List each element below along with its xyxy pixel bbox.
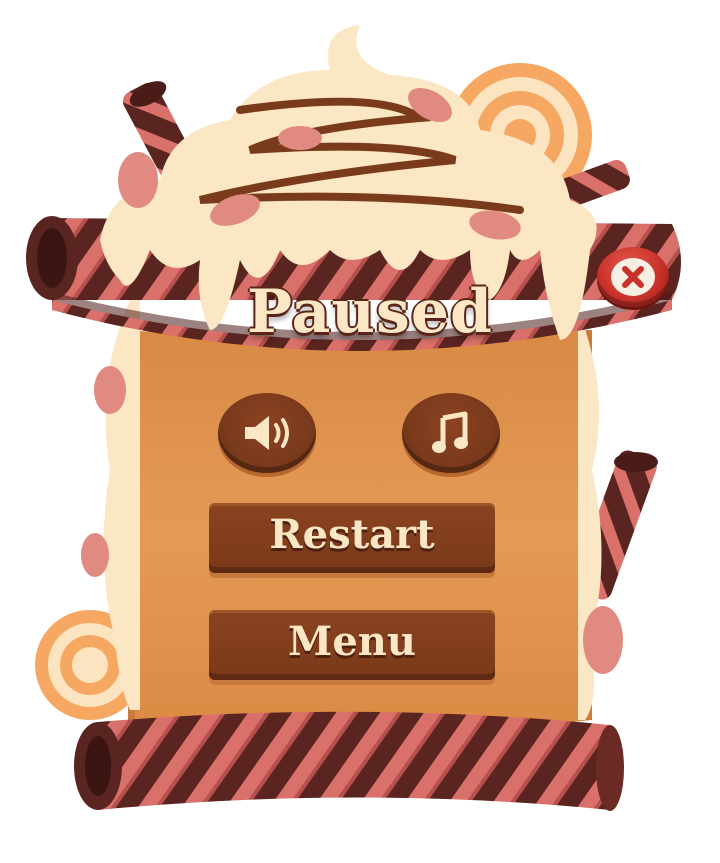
wafer-roll-bottom [74, 711, 624, 811]
close-button[interactable] [597, 247, 669, 307]
pause-dialog-artwork [26, 25, 681, 811]
close-icon [611, 258, 655, 296]
sound-toggle-button[interactable] [218, 393, 316, 473]
menu-button[interactable]: Menu [209, 610, 495, 680]
dialog-title: Paused [247, 277, 493, 347]
music-toggle-button[interactable] [402, 393, 500, 473]
music-note-icon [431, 410, 471, 456]
restart-button[interactable]: Restart [209, 503, 495, 573]
speaker-icon [239, 411, 295, 455]
